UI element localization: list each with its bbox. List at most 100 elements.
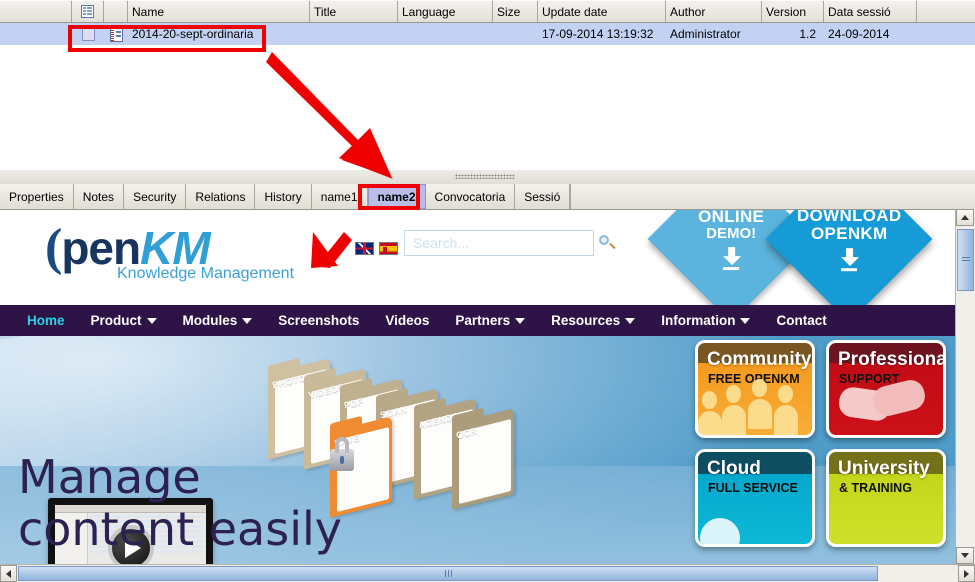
tab-history[interactable]: History: [255, 184, 312, 209]
header-name[interactable]: Name: [128, 1, 310, 22]
tab-name2[interactable]: name2: [367, 184, 426, 209]
promo-university[interactable]: University & TRAINING: [826, 449, 946, 547]
logo-paren-glyph: (: [45, 219, 62, 276]
web-preview-pane: (penKM Knowledge Management ONLINE DEMO!: [0, 209, 975, 582]
promo-cloud[interactable]: Cloud FULL SERVICE: [695, 449, 815, 547]
document-table-panel: Name Title Language Size Update date Aut…: [0, 0, 975, 171]
download-arrow-icon: [722, 246, 741, 270]
promo-professional[interactable]: Professional SUPPORT: [826, 340, 946, 438]
nav-screenshots[interactable]: Screenshots: [265, 313, 372, 328]
nav-resources-label: Resources: [551, 313, 621, 328]
document-icon: [109, 26, 123, 42]
table-header-row: Name Title Language Size Update date Aut…: [0, 0, 975, 23]
preview-horizontal-scrollbar[interactable]: [0, 564, 975, 582]
tab-name1[interactable]: name1: [311, 184, 368, 209]
nav-home[interactable]: Home: [14, 313, 78, 328]
openkm-logo[interactable]: (pen KM Knowledge Management: [45, 219, 294, 283]
row-spacer-cell: [0, 23, 72, 45]
site-header: (penKM Knowledge Management ONLINE DEMO!: [0, 210, 955, 305]
community-people-icon: [698, 379, 812, 435]
site-navbar: Home Product Modules Screenshots Videos: [0, 305, 955, 336]
nav-modules-label: Modules: [182, 313, 238, 328]
nav-information[interactable]: Information: [648, 313, 763, 328]
chevron-down-icon: [146, 317, 157, 324]
chevron-down-icon: [740, 317, 751, 324]
promo-professional-title: Professional: [838, 349, 946, 370]
hero-title-line2: content easily: [18, 502, 342, 556]
chevron-left-icon: [6, 569, 11, 578]
header-data-sessio[interactable]: Data sessió: [824, 1, 917, 22]
promo-community-title: Community: [707, 349, 812, 370]
nav-videos[interactable]: Videos: [372, 313, 442, 328]
row-checkbox[interactable]: [81, 27, 95, 41]
cell-size: [493, 23, 538, 45]
search-input[interactable]: [405, 234, 596, 252]
header-size[interactable]: Size: [493, 1, 538, 22]
tab-relations[interactable]: Relations: [186, 184, 256, 209]
cell-title: [310, 23, 398, 45]
header-icon-spacer-cell: [104, 1, 128, 22]
nav-contact[interactable]: Contact: [763, 313, 839, 328]
nav-product[interactable]: Product: [78, 313, 170, 328]
chevron-right-icon: [964, 569, 969, 578]
scroll-grip-icon: [961, 257, 970, 263]
nav-resources[interactable]: Resources: [538, 313, 648, 328]
preview-vertical-scrollbar[interactable]: [955, 209, 975, 564]
spanish-flag-icon[interactable]: [379, 242, 398, 255]
openkm-website: (penKM Knowledge Management ONLINE DEMO!: [0, 210, 955, 565]
table-row[interactable]: 2014-20-sept-ordinaria 17-09-2014 13:19:…: [0, 23, 975, 45]
cell-name[interactable]: 2014-20-sept-ordinaria: [128, 23, 310, 45]
detail-tabbar: Properties Notes Security Relations Hist…: [0, 184, 975, 209]
nav-modules[interactable]: Modules: [170, 313, 266, 328]
promo-community[interactable]: Community FREE OPENKM: [695, 340, 815, 438]
download-openkm-banner[interactable]: DOWNLOAD OPENKM: [765, 210, 933, 305]
tab-convocatoria[interactable]: Convocatoria: [425, 184, 516, 209]
row-checkbox-cell[interactable]: [72, 23, 104, 45]
download-line2: OPENKM: [810, 223, 888, 243]
online-demo-line2: DEMO!: [706, 225, 756, 243]
scroll-down-button[interactable]: [956, 547, 974, 564]
splitter-grip-icon[interactable]: [455, 174, 515, 179]
header-version[interactable]: Version: [762, 1, 824, 22]
header-title[interactable]: Title: [310, 1, 398, 22]
site-search-box[interactable]: [404, 230, 609, 256]
vertical-scroll-thumb[interactable]: [957, 229, 974, 291]
nav-information-label: Information: [661, 313, 736, 328]
nav-screenshots-label: Screenshots: [278, 313, 360, 328]
tab-security[interactable]: Security: [124, 184, 187, 209]
tab-notes[interactable]: Notes: [73, 184, 125, 209]
cell-data-sessio: 24-09-2014: [828, 27, 890, 41]
nav-videos-label: Videos: [385, 313, 430, 328]
cell-language: [398, 23, 493, 45]
chevron-down-icon: [961, 553, 969, 558]
cell-version: 1.2: [799, 27, 816, 41]
nav-product-label: Product: [90, 313, 142, 328]
hero-title-line1: Manage: [18, 450, 201, 504]
english-flag-icon[interactable]: [355, 242, 374, 255]
horizontal-scroll-thumb[interactable]: [18, 566, 878, 581]
language-selector: [355, 242, 398, 255]
promo-university-subtitle: & TRAINING: [839, 481, 912, 495]
cloud-icon: [698, 488, 812, 544]
lock-icon: [330, 437, 354, 471]
header-spacer-cell: [0, 1, 72, 22]
promo-cloud-title: Cloud: [707, 458, 761, 479]
tabbar-filler: [570, 184, 975, 209]
nav-partners[interactable]: Partners: [442, 313, 538, 328]
download-line1: DOWNLOAD: [796, 210, 902, 226]
scroll-right-button[interactable]: [958, 565, 975, 582]
scroll-grip-icon: [444, 570, 452, 577]
tab-properties[interactable]: Properties: [0, 184, 74, 209]
header-view-icon-cell[interactable]: [72, 1, 104, 22]
panel-splitter[interactable]: [0, 170, 975, 185]
header-language[interactable]: Language: [398, 1, 493, 22]
header-author[interactable]: Author: [666, 1, 762, 22]
header-update-date[interactable]: Update date: [538, 1, 666, 22]
scroll-left-button[interactable]: [0, 565, 17, 582]
scroll-up-button[interactable]: [956, 209, 974, 226]
nav-contact-label: Contact: [776, 313, 827, 328]
tab-sessio[interactable]: Sessió: [515, 184, 571, 209]
list-view-icon[interactable]: [81, 5, 94, 18]
download-openkm-content: DOWNLOAD OPENKM: [797, 210, 901, 271]
nav-home-label: Home: [27, 313, 65, 328]
